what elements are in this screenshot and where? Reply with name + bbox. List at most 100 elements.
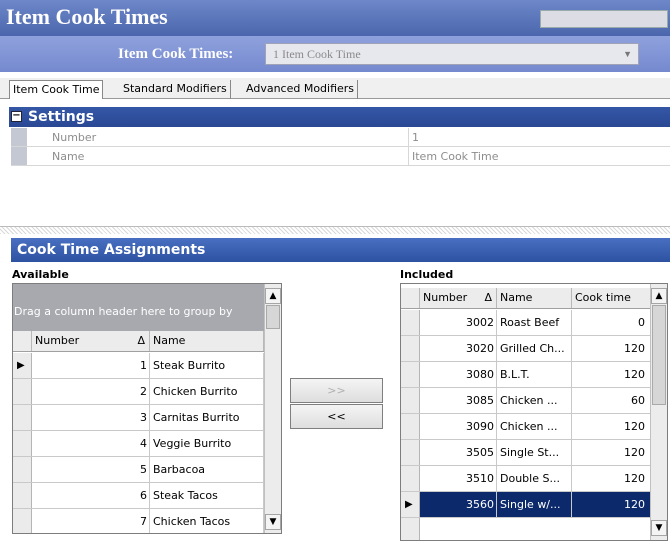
row-number: 5 (32, 457, 150, 482)
row-gutter (13, 483, 32, 508)
row-cook-time: 120 (572, 440, 651, 465)
row-gutter (401, 518, 420, 540)
cook-time-assignments-header: Cook Time Assignments (11, 238, 670, 262)
panel-splitter[interactable] (0, 226, 670, 234)
available-rows: ▶ 1 Steak Burrito 2 Chicken Burrito 3 Ca… (13, 353, 264, 533)
row-gutter (13, 457, 32, 482)
row-number: 3560 (420, 492, 497, 517)
row-gutter (401, 414, 420, 439)
table-row[interactable]: 6 Steak Tacos (13, 483, 264, 509)
row-number: 3510 (420, 466, 497, 491)
column-header-name[interactable]: Name (497, 288, 572, 308)
row-pointer-icon: ▶ (13, 353, 32, 378)
row-number: 6 (32, 483, 150, 508)
scroll-down-icon[interactable]: ▼ (651, 520, 667, 536)
table-row[interactable]: 3510 Double S... 120 (401, 466, 651, 492)
add-button[interactable]: >> (290, 378, 383, 403)
row-name: B.L.T. (497, 362, 572, 387)
table-row[interactable]: 3080 B.L.T. 120 (401, 362, 651, 388)
setting-number-value: 1 (412, 131, 419, 144)
row-gutter (401, 336, 420, 361)
sort-icon: Δ (137, 334, 145, 347)
column-header-cook-time[interactable]: Cook time (572, 288, 651, 308)
settings-row-name[interactable] (11, 147, 670, 166)
table-row[interactable]: 4 Veggie Burrito (13, 431, 264, 457)
included-scrollbar[interactable]: ▲ ▼ (650, 284, 667, 540)
row-name: Roast Beef (497, 310, 572, 335)
column-header-number-label: Number (35, 334, 80, 347)
row-name: Chicken ... (497, 414, 572, 439)
row-number: 1 (32, 353, 150, 378)
column-header-number-label: Number (423, 291, 468, 304)
table-row[interactable]: 3085 Chicken ... 60 (401, 388, 651, 414)
table-row-selected[interactable]: ▶ 3560 Single w/... 120 (401, 492, 651, 518)
table-row[interactable]: 3505 Single St... 120 (401, 440, 651, 466)
row-number: 3002 (420, 310, 497, 335)
included-rows: 3002 Roast Beef 0 3020 Grilled Ch... 120… (401, 310, 651, 540)
row-name: Steak Tacos (150, 483, 264, 508)
table-row[interactable]: 3020 Grilled Ch... 120 (401, 336, 651, 362)
available-header: Number Δ Name (13, 331, 264, 352)
title-bar-box (540, 10, 668, 28)
setting-name-label: Name (52, 150, 85, 163)
row-gutter (13, 509, 32, 533)
scroll-down-icon[interactable]: ▼ (265, 514, 281, 530)
table-row[interactable]: 5 Barbacoa (13, 457, 264, 483)
row-gutter (401, 310, 420, 335)
remove-button[interactable]: << (290, 404, 383, 429)
setting-name-label: Number (52, 131, 97, 144)
row-cook-time: 0 (572, 310, 651, 335)
header-gutter (13, 331, 32, 351)
row-cook-time: 120 (572, 492, 651, 517)
sort-icon: Δ (484, 291, 492, 304)
row-gutter (401, 388, 420, 413)
scroll-thumb[interactable] (266, 305, 280, 329)
row-number: 3080 (420, 362, 497, 387)
row-cook-time: 120 (572, 466, 651, 491)
tab-advanced-modifiers[interactable]: Advanced Modifiers (243, 80, 359, 99)
row-cook-time: 120 (572, 336, 651, 361)
row-number: 3085 (420, 388, 497, 413)
table-row[interactable]: 7 Chicken Tacos (13, 509, 264, 533)
row-name: Carnitas Burrito (150, 405, 264, 430)
tab-standard-modifiers[interactable]: Standard Modifiers (120, 80, 231, 99)
row-gutter (401, 362, 420, 387)
available-label: Available (12, 268, 69, 281)
row-name: Chicken ... (497, 388, 572, 413)
table-row[interactable]: 2 Chicken Burrito (13, 379, 264, 405)
column-header-name[interactable]: Name (150, 331, 264, 351)
row-cook-time: 120 (572, 414, 651, 439)
row-gutter (13, 431, 32, 456)
row-name: Veggie Burrito (150, 431, 264, 456)
column-header-number[interactable]: Number Δ (32, 331, 150, 351)
row-name: Single St... (497, 440, 572, 465)
group-by-area[interactable]: Drag a column header here to group by (13, 284, 264, 331)
item-cook-times-select[interactable]: 1 Item Cook Time ▼ (265, 43, 639, 65)
available-grid: Drag a column header here to group by Nu… (12, 283, 282, 534)
scroll-up-icon[interactable]: ▲ (651, 288, 667, 304)
table-row[interactable]: ▶ 1 Steak Burrito (13, 353, 264, 379)
table-row[interactable]: 3 Carnitas Burrito (13, 405, 264, 431)
row-number: 3505 (420, 440, 497, 465)
setting-name-value: Item Cook Time (412, 150, 499, 163)
table-row[interactable]: 3002 Roast Beef 0 (401, 310, 651, 336)
scroll-thumb[interactable] (652, 305, 666, 405)
selector-label: Item Cook Times: (118, 46, 234, 62)
row-cook-time: 60 (572, 388, 651, 413)
column-header-number[interactable]: Number Δ (420, 288, 497, 308)
row-name: Chicken Burrito (150, 379, 264, 404)
collapse-icon[interactable]: − (11, 111, 22, 122)
table-row-partial[interactable] (401, 518, 651, 540)
included-grid: Number Δ Name Cook time 3002 Roast Beef … (400, 283, 668, 541)
selector-value: 1 Item Cook Time (273, 47, 361, 61)
chevron-down-icon[interactable]: ▼ (623, 44, 632, 64)
settings-header: Settings (9, 107, 670, 127)
table-row[interactable]: 3090 Chicken ... 120 (401, 414, 651, 440)
settings-row-number[interactable] (11, 128, 670, 147)
row-name: Steak Burrito (150, 353, 264, 378)
row-number: 7 (32, 509, 150, 533)
available-scrollbar[interactable]: ▲ ▼ (264, 284, 281, 533)
tab-item-cook-time[interactable]: Item Cook Time (9, 80, 104, 99)
scroll-up-icon[interactable]: ▲ (265, 288, 281, 304)
row-number: 3 (32, 405, 150, 430)
